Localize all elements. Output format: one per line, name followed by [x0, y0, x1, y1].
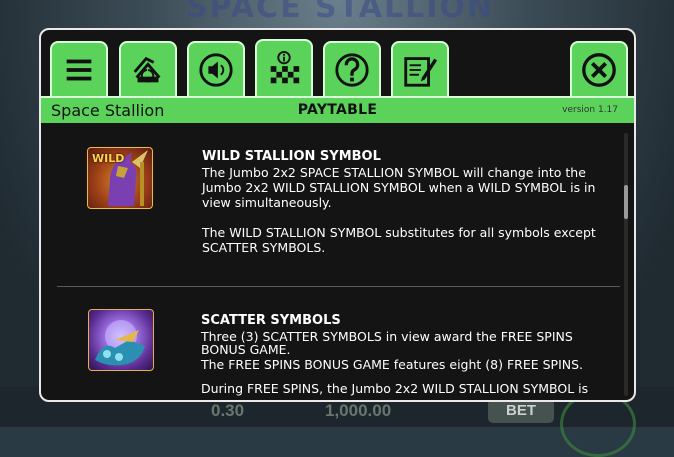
wild-icon-label: WILD [92, 152, 125, 165]
tab-autoplay[interactable] [119, 41, 177, 96]
help-icon [335, 52, 369, 87]
wild-paragraph-2: The WILD STALLION SYMBOL substitutes for… [202, 225, 596, 255]
page-title: PAYTABLE [297, 102, 378, 118]
background-bet-button: BET [488, 399, 554, 423]
speaker-icon [199, 52, 233, 87]
menu-icon [66, 59, 92, 80]
paytable-header: Space Stallion PAYTABLE version 1.17 [41, 96, 634, 123]
content-scrollbar[interactable] [624, 133, 628, 396]
background-game-logo: SPACE STALLION [186, 0, 494, 25]
scatter-section-title: SCATTER SYMBOLS [201, 313, 341, 328]
wild-paragraph-1: The Jumbo 2x2 SPACE STALLION SYMBOL will… [202, 165, 596, 210]
paytable-icon [270, 50, 300, 83]
scatter-paragraph-1: Three (3) SCATTER SYMBOLS in view award … [201, 329, 573, 357]
scrollbar-thumb[interactable] [624, 185, 628, 219]
paytable-dialog: Space Stallion PAYTABLE version 1.17 WIL… [39, 28, 636, 402]
tab-menu[interactable] [50, 41, 108, 96]
section-divider [57, 286, 620, 287]
close-icon [582, 52, 616, 87]
tab-help[interactable] [323, 41, 381, 96]
edit-notes-icon [404, 56, 438, 87]
tab-sound[interactable] [187, 41, 245, 96]
paytable-content[interactable]: WILD WILD STALLION SYMBOL The Jumbo 2x2 … [41, 123, 634, 400]
autoplay-icon [133, 56, 161, 82]
version-label: version 1.17 [562, 105, 618, 115]
wild-section-title: WILD STALLION SYMBOL [202, 149, 381, 164]
background-stake-value: 0.30 [211, 401, 245, 420]
tab-history[interactable] [391, 41, 449, 96]
scatter-paragraph-3: During FREE SPINS, the Jumbo 2x2 WILD ST… [201, 381, 589, 396]
scatter-paragraph-2: The FREE SPINS BONUS GAME features eight… [201, 357, 584, 372]
tab-close[interactable] [570, 41, 628, 96]
wild-stallion-symbol-icon: WILD [87, 147, 153, 209]
background-balance-value: 1,000.00 [325, 401, 392, 420]
tab-paytable[interactable] [255, 39, 313, 96]
scatter-symbol-icon [88, 309, 154, 371]
